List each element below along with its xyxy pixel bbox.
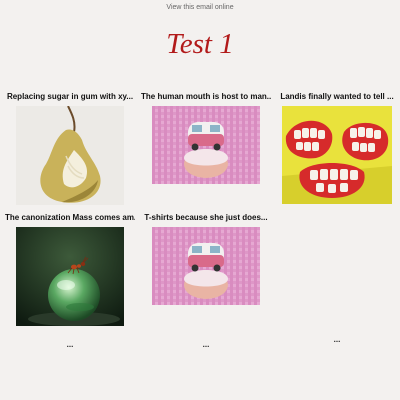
pear-image[interactable] [16,106,124,205]
article-card-3: Landis finally wanted to tell ... [272,91,400,214]
article-card-5: T-shirts because she just does... ... [141,212,271,349]
article-more: ... [66,340,74,349]
article-card-2: The human mouth is host to man... [141,91,271,184]
article-card-6: ... [272,212,400,344]
view-online-link[interactable]: View this email online [0,4,400,11]
article-title-link[interactable]: The canonization Mass comes am... [5,212,135,224]
article-title-link[interactable]: Replacing sugar in gum with xy... [5,91,135,103]
article-title-link[interactable]: The human mouth is host to man... [141,91,271,103]
apple-teeth-image[interactable] [282,106,392,204]
cupcake-van-image[interactable] [152,227,260,305]
newsletter-title: Test 1 [166,28,234,60]
article-card-1: Replacing sugar in gum with xy... [5,91,135,205]
glass-ball-ant-image[interactable] [16,227,124,326]
article-title-link[interactable] [272,212,400,224]
article-more: ... [333,335,341,344]
article-more: ... [202,340,210,349]
article-title-link[interactable]: T-shirts because she just does... [141,212,271,224]
article-card-4: The canonization Mass comes am... ... [5,212,135,349]
cupcake-van-image[interactable] [152,106,260,184]
article-title-link[interactable]: Landis finally wanted to tell ... [272,91,400,103]
